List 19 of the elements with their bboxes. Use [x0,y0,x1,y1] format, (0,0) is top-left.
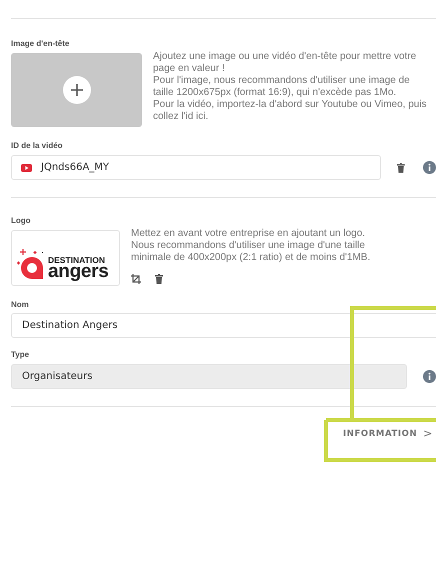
name-field[interactable]: Destination Angers [11,313,436,338]
help-text: Mettez en avant votre entreprise en ajoutant un logo. Nous recommandons d'utiliser une image d'une taille minimale de 400x200px (2:1 ratio) et de moins d'1MB. [131,228,372,264]
next-link[interactable]: INFORMATION > [343,427,433,440]
field-label: ID de la vidéo [11,141,64,150]
info-icon[interactable] [423,370,436,383]
help-text: Ajoutez une image ou une vidéo d'en-tête pour mettre votre page en valeur ! Pour l'image, nous recommandons d'utiliser une image de taille 1200x675px (format 16:9), qui n'excède pas 1Mo. Pour la vidéo, importez-la d'abord sur Youtube ou Vimeo, puis collez l'id ici. [153,51,428,124]
field-label: Type [11,350,30,359]
trash-icon[interactable] [397,162,405,172]
info-icon[interactable] [423,161,436,174]
crop-icon[interactable] [131,274,141,284]
field-label: Logo [11,216,32,225]
logo-text: DESTINATION [48,256,106,264]
logo-text: angers [48,262,109,281]
field-label: Nom [11,300,30,309]
plus-icon [62,76,90,104]
trash-icon[interactable] [155,274,163,284]
field-label: Image d'en-tête [11,39,70,48]
video-play-icon [21,164,32,172]
video-id-field[interactable]: JQnds66A_MY [11,155,382,180]
